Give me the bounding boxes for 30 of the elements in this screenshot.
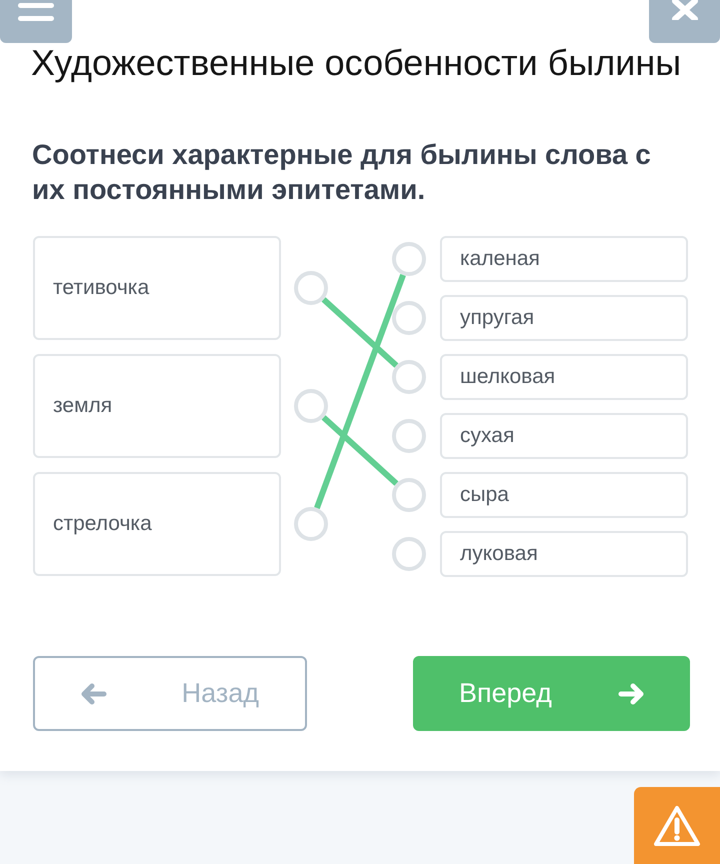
epithet-card[interactable]: каленая <box>440 236 688 282</box>
back-label: Назад <box>182 678 259 709</box>
connection-point[interactable] <box>392 419 426 453</box>
connection-point[interactable] <box>294 507 328 541</box>
connection-point[interactable] <box>294 271 328 305</box>
word-card[interactable]: земля <box>33 354 281 458</box>
epithet-card[interactable]: луковая <box>440 531 688 577</box>
connection-point[interactable] <box>294 389 328 423</box>
next-label: Вперед <box>459 678 552 709</box>
connection-point[interactable] <box>392 360 426 394</box>
epithet-card[interactable]: упругая <box>440 295 688 341</box>
connection-point[interactable] <box>392 537 426 571</box>
menu-button[interactable] <box>0 0 72 43</box>
page-title: Художественные особенности былины <box>31 43 682 83</box>
warning-button[interactable] <box>634 787 720 864</box>
question-text: Соотнеси характерные для былины слова с их постоянными эпитетами. <box>32 138 652 207</box>
epithet-card[interactable]: сухая <box>440 413 688 459</box>
epithet-card[interactable]: шелковая <box>440 354 688 400</box>
arrow-right-icon <box>618 682 644 706</box>
word-card[interactable]: тетивочка <box>33 236 281 340</box>
word-card[interactable]: стрелочка <box>33 472 281 576</box>
warning-icon <box>653 804 701 848</box>
epithet-card[interactable]: сыра <box>440 472 688 518</box>
arrow-left-icon <box>81 682 107 706</box>
connection-point[interactable] <box>392 301 426 335</box>
connection-point[interactable] <box>392 478 426 512</box>
menu-icon <box>18 3 54 22</box>
close-button[interactable] <box>649 0 720 43</box>
close-icon <box>672 0 698 20</box>
connection-point[interactable] <box>392 242 426 276</box>
